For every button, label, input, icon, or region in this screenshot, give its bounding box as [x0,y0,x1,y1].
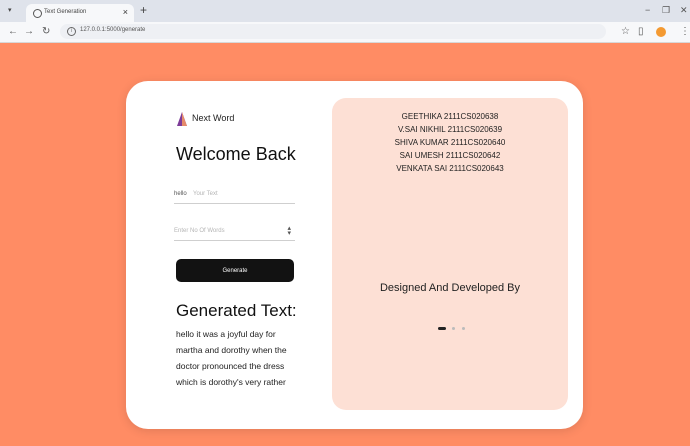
text-input[interactable]: hello Your Text [174,187,295,204]
developer-name: V.SAI NIKHIL 2111CS020639 [397,125,503,134]
favicon-icon [33,9,42,18]
browser-tab-bar: ▾ Text Generation × + − ❐ ✕ [0,0,690,22]
credits-panel: GEETHIKA 2111CS020638 V.SAI NIKHIL 2111C… [332,98,568,410]
carousel-indicators [438,320,467,331]
tab-close-icon[interactable]: × [123,7,128,17]
developer-name: VENKATA SAI 2111CS020643 [396,164,504,173]
developer-name: SAI UMESH 2111CS020642 [399,151,501,160]
url-field[interactable]: i 127.0.0.1:5000/generate [60,24,606,39]
logo-icon [177,112,187,126]
generate-button[interactable]: Generate [176,259,294,282]
brand-name: Next Word [192,113,235,123]
developer-name: GEETHIKA 2111CS020638 [401,112,499,121]
close-window-icon[interactable]: ✕ [680,5,688,16]
main-card: Next Word Welcome Back hello Your Text E… [126,81,583,429]
generated-heading: Generated Text: [176,301,297,320]
minimize-icon[interactable]: − [645,5,650,15]
tab-search-icon[interactable]: ▾ [8,6,12,14]
browser-tab[interactable]: Text Generation × [26,4,134,22]
bookmark-star-icon[interactable]: ☆ [621,26,630,37]
profile-icon[interactable] [656,27,666,37]
menu-icon[interactable]: ⋮ [680,26,690,37]
developer-name: SHIVA KUMAR 2111CS020640 [394,138,506,147]
back-icon[interactable]: ← [8,26,18,37]
sidebar-icon[interactable]: ▯ [638,26,644,37]
address-bar: ← → ↻ i 127.0.0.1:5000/generate ☆ ▯ ⋮ [0,22,690,43]
generated-text: hello it was a joyful day for martha and… [176,329,287,387]
restore-icon[interactable]: ❐ [662,5,670,16]
stepper-icon[interactable]: ▴ ▾ [287,225,291,237]
text-input-value: hello [174,191,187,197]
carousel-dot[interactable] [452,327,456,331]
words-count-input[interactable]: Enter No Of Words ▴ ▾ [174,224,295,241]
designed-by-label: Designed And Developed By [379,282,521,294]
tab-title: Text Generation [44,9,87,15]
new-tab-icon[interactable]: + [140,3,147,17]
page-title: Welcome Back [176,144,296,164]
url-text: 127.0.0.1:5000/generate [80,27,146,33]
reload-icon[interactable]: ↻ [42,26,50,37]
carousel-dot[interactable] [438,327,446,331]
forward-icon[interactable]: → [24,26,34,37]
carousel-dot[interactable] [461,327,465,331]
words-input-placeholder: Enter No Of Words [174,228,225,234]
developer-list: GEETHIKA 2111CS020638 V.SAI NIKHIL 2111C… [332,110,568,175]
site-info-icon[interactable]: i [67,27,76,36]
text-input-placeholder: Your Text [193,191,218,197]
